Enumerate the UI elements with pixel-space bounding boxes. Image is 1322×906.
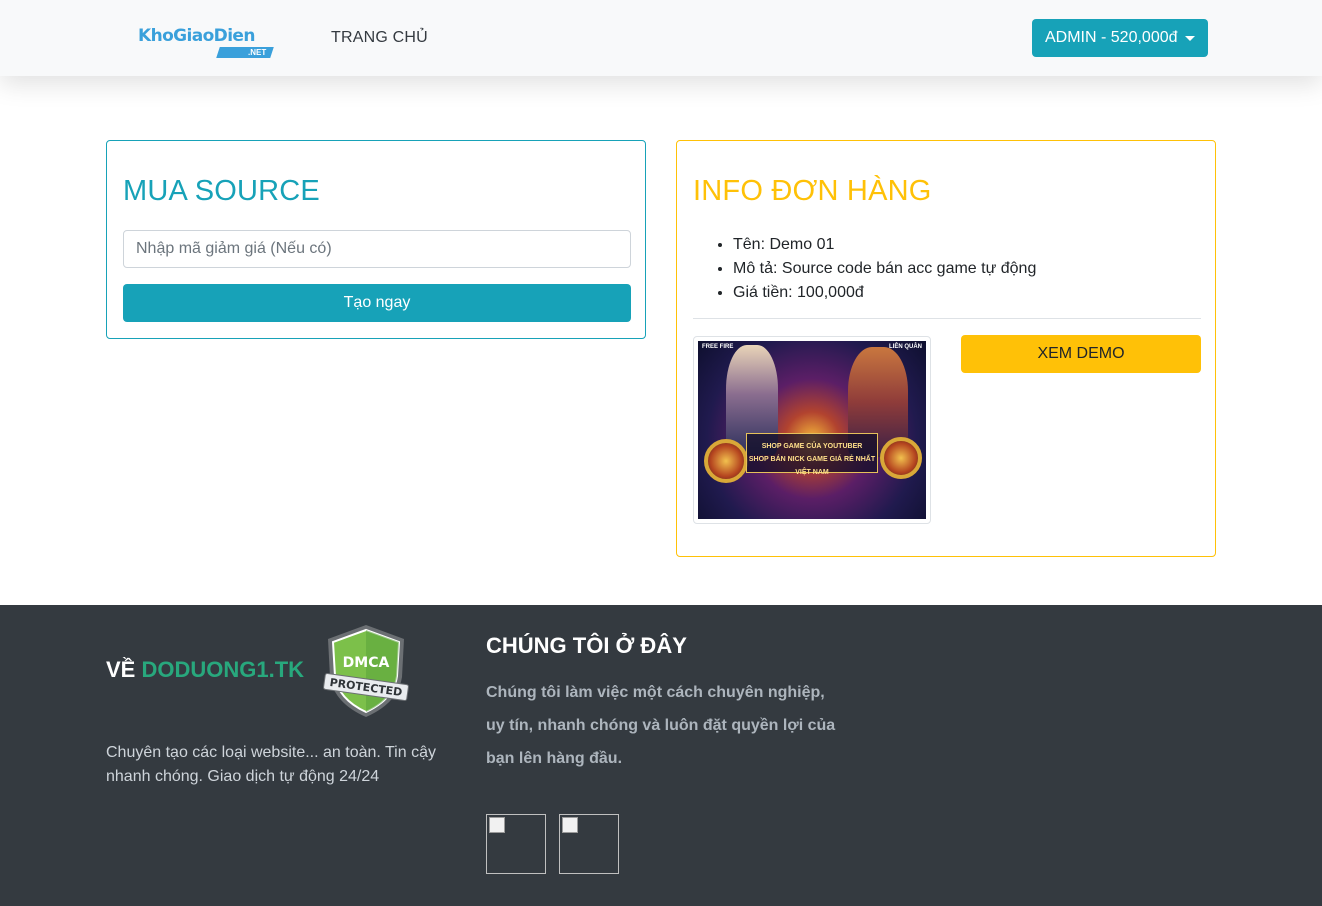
dmca-badge-top: DMCA (343, 655, 390, 671)
contact-description: Chúng tôi làm việc một cách chuyên nghiệ… (486, 684, 836, 767)
user-menu-label: ADMIN - 520,000đ (1045, 29, 1178, 46)
user-menu-button[interactable]: ADMIN - 520,000đ (1032, 19, 1208, 57)
caret-down-icon (1185, 36, 1195, 41)
brand-logo-right: LIÊN QUÂN (889, 344, 922, 350)
about-title: VỀ DODUONG1.TK (106, 657, 304, 683)
product-thumbnail: SHOP GAME CỦA YOUTUBER SHOP BÁN NICK GAM… (693, 336, 931, 524)
logo-text: KhoGiaoDien (138, 26, 255, 46)
contact-title: CHÚNG TÔI Ở ĐÂY (486, 633, 687, 658)
divider (693, 318, 1201, 319)
order-info-card: INFO ĐƠN HÀNG Tên: Demo 01 Mô tả: Source… (676, 140, 1216, 557)
lucky-wheel-right (880, 437, 922, 479)
about-description: Chuyên tạo các loại website... an toàn. … (106, 744, 436, 785)
order-price: Giá tiền: 100,000đ (733, 281, 1036, 305)
coupon-input[interactable] (123, 230, 631, 268)
nav-home-link[interactable]: TRANG CHỦ (331, 29, 428, 47)
order-details-list: Tên: Demo 01 Mô tả: Source code bán acc … (733, 233, 1036, 305)
create-now-button[interactable]: Tạo ngay (123, 284, 631, 322)
banner-line-1: SHOP GAME CỦA YOUTUBER (761, 443, 863, 450)
buy-source-card: MUA SOURCE Tạo ngay (106, 140, 646, 339)
banner-line-2: SHOP BÁN NICK GAME GIÁ RẺ NHẤT VIỆT NAM (748, 456, 876, 476)
brand-logo-left: FREE FIRE (702, 344, 734, 350)
buy-source-title: MUA SOURCE (123, 175, 320, 207)
product-image: SHOP GAME CỦA YOUTUBER SHOP BÁN NICK GAM… (698, 341, 926, 519)
order-description: Mô tả: Source code bán acc game tự động (733, 257, 1036, 281)
view-demo-button[interactable]: XEM DEMO (961, 335, 1201, 373)
lucky-wheel-left (704, 439, 748, 483)
dmca-protected-badge[interactable]: DMCA PROTECTED (318, 621, 414, 721)
about-prefix: VỀ (106, 657, 136, 682)
order-name: Tên: Demo 01 (733, 233, 1036, 257)
navbar: KhoGiaoDien .NET TRANG CHỦ ADMIN - 520,0… (0, 0, 1322, 76)
logo-tag: .NET (216, 47, 274, 58)
broken-image-icon[interactable] (559, 814, 619, 874)
broken-image-icon[interactable] (486, 814, 546, 874)
thumbnail-banner: SHOP GAME CỦA YOUTUBER SHOP BÁN NICK GAM… (746, 433, 878, 476)
about-site-name: DODUONG1.TK (141, 657, 305, 682)
order-info-title: INFO ĐƠN HÀNG (693, 175, 932, 207)
footer: VỀ DODUONG1.TK DMCA PROTECTED Chuyên tạo… (0, 605, 1322, 906)
site-logo[interactable]: KhoGiaoDien .NET (138, 26, 274, 60)
